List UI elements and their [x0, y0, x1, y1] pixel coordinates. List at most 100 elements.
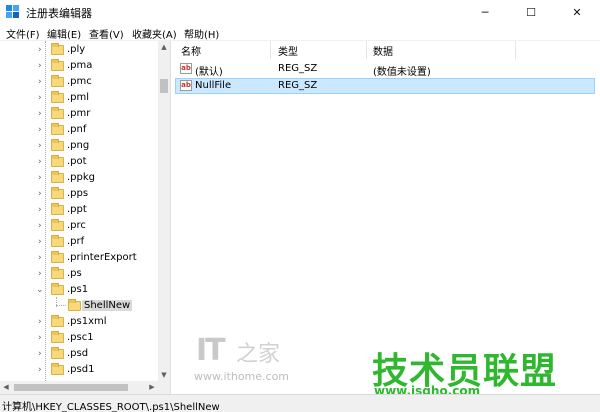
column-header-data[interactable]: 数据: [373, 43, 393, 59]
chevron-right-icon[interactable]: ›: [38, 140, 46, 152]
tree-item-label: .ppkg: [67, 172, 96, 183]
value-name: NullFile: [195, 80, 232, 91]
scroll-thumb[interactable]: [14, 384, 128, 391]
chevron-right-icon[interactable]: ›: [38, 76, 46, 88]
tree-item[interactable]: › .pmc: [0, 74, 158, 90]
chevron-right-icon[interactable]: ›: [38, 172, 46, 184]
tree-item[interactable]: › .psd: [0, 346, 158, 362]
ithome-watermark-logo-cn: 之家: [236, 342, 281, 367]
registry-path: 计算机\HKEY_CLASSES_ROOT\.ps1\ShellNew: [2, 402, 220, 412]
column-divider[interactable]: [515, 41, 516, 59]
tree-item[interactable]: › .pml: [0, 90, 158, 106]
tree-item-label: .pps: [67, 188, 89, 199]
menu-edit[interactable]: 编辑(E): [47, 26, 81, 41]
registry-app-icon: [6, 5, 19, 18]
tree-item[interactable]: › .pmr: [0, 106, 158, 122]
folder-icon: [51, 315, 64, 327]
folder-icon: [51, 235, 64, 247]
scroll-down-icon[interactable]: ▼: [158, 369, 170, 381]
tree-item-label: .ps1xml: [67, 316, 107, 327]
tree-item-label: .png: [67, 140, 90, 151]
tree-item[interactable]: › .ps1xml: [0, 314, 158, 330]
folder-icon: [51, 75, 64, 87]
menu-help[interactable]: 帮助(H): [184, 26, 219, 41]
chevron-right-icon[interactable]: ›: [38, 124, 46, 136]
folder-icon: [51, 219, 64, 231]
menu-file[interactable]: 文件(F): [6, 26, 40, 41]
tree-item[interactable]: › .pps: [0, 186, 158, 202]
chevron-right-icon[interactable]: ›: [38, 364, 46, 376]
folder-icon: [51, 91, 64, 103]
column-divider[interactable]: [270, 41, 271, 59]
tree-item[interactable]: › .printerExport: [0, 250, 158, 266]
folder-icon: [51, 363, 64, 375]
scroll-thumb[interactable]: [160, 79, 168, 93]
chevron-right-icon[interactable]: ›: [38, 316, 46, 328]
tree-item[interactable]: › .psd1: [0, 362, 158, 378]
chevron-right-icon[interactable]: ›: [38, 92, 46, 104]
chevron-right-icon[interactable]: ›: [38, 236, 46, 248]
value-row[interactable]: ab (默认) REG_SZ (数值未设置): [175, 61, 595, 78]
tree-item[interactable]: › .prf: [0, 234, 158, 250]
value-row-selected[interactable]: ab NullFile REG_SZ: [175, 78, 595, 94]
column-divider[interactable]: [366, 41, 367, 59]
column-header-name[interactable]: 名称: [181, 43, 201, 59]
string-value-icon: ab: [180, 63, 192, 74]
tree-item[interactable]: › .pot: [0, 154, 158, 170]
tree-item-label: .pnf: [67, 124, 87, 135]
chevron-right-icon[interactable]: ›: [38, 220, 46, 232]
folder-open-icon: [51, 283, 64, 295]
chevron-right-icon[interactable]: ›: [38, 188, 46, 200]
chevron-right-icon[interactable]: ›: [38, 204, 46, 216]
chevron-right-icon[interactable]: ›: [38, 348, 46, 360]
tree-item[interactable]: › .ppkg: [0, 170, 158, 186]
tree-item[interactable]: › .prc: [0, 218, 158, 234]
tree-vertical-scrollbar[interactable]: ▲ ▼: [158, 41, 170, 381]
tree-item-selected[interactable]: ShellNew: [0, 298, 158, 314]
tree-item[interactable]: › .pnf: [0, 122, 158, 138]
window-title: 注册表编辑器: [26, 7, 92, 20]
tree-item-label: .printerExport: [67, 252, 137, 263]
tree-item-label: .ppt: [67, 204, 87, 215]
tree-horizontal-scrollbar[interactable]: ◀ ▶: [0, 381, 170, 394]
chevron-right-icon[interactable]: ›: [38, 252, 46, 264]
chevron-right-icon[interactable]: ›: [38, 156, 46, 168]
scroll-up-icon[interactable]: ▲: [158, 41, 170, 53]
minimize-icon: ─: [481, 5, 489, 19]
folder-icon: [51, 347, 64, 359]
chevron-right-icon[interactable]: ›: [38, 108, 46, 120]
menu-bar: 文件(F) 编辑(E) 查看(V) 收藏夹(A) 帮助(H): [0, 24, 600, 41]
tree-item[interactable]: › .psc1: [0, 330, 158, 346]
maximize-icon: ☐: [526, 5, 536, 19]
tree-item[interactable]: › .ppt: [0, 202, 158, 218]
status-bar: 计算机\HKEY_CLASSES_ROOT\.ps1\ShellNew: [0, 394, 600, 412]
chevron-right-icon[interactable]: ›: [38, 332, 46, 344]
folder-icon: [51, 107, 64, 119]
folder-icon: [51, 123, 64, 135]
tree-item-label: .pot: [67, 156, 87, 167]
folder-icon: [51, 251, 64, 263]
chevron-right-icon[interactable]: ›: [38, 268, 46, 280]
maximize-button[interactable]: ☐: [508, 0, 554, 24]
chevron-right-icon[interactable]: ›: [38, 60, 46, 72]
chevron-right-icon[interactable]: ›: [38, 44, 46, 56]
menu-view[interactable]: 查看(V): [89, 26, 124, 41]
ithome-watermark-logo: IT: [196, 333, 226, 368]
chevron-down-icon[interactable]: ⌄: [36, 284, 44, 296]
scroll-right-icon[interactable]: ▶: [146, 381, 158, 394]
folder-icon: [51, 139, 64, 151]
tree-item-label: .psd1: [67, 364, 95, 375]
scroll-left-icon[interactable]: ◀: [0, 381, 12, 394]
column-header-type[interactable]: 类型: [278, 43, 298, 59]
tree-item[interactable]: › .png: [0, 138, 158, 154]
title-bar: 注册表编辑器 ─ ☐ ✕: [0, 0, 600, 24]
tree-item[interactable]: › .ps: [0, 266, 158, 282]
close-button[interactable]: ✕: [554, 0, 600, 24]
tree-item[interactable]: › .pma: [0, 58, 158, 74]
folder-icon: [51, 171, 64, 183]
minimize-button[interactable]: ─: [462, 0, 508, 24]
tree-item-expanded[interactable]: ⌄ .ps1: [0, 282, 158, 298]
tree-item[interactable]: › .ply: [0, 42, 158, 58]
close-icon: ✕: [572, 5, 582, 19]
menu-favorites[interactable]: 收藏夹(A): [132, 26, 177, 41]
